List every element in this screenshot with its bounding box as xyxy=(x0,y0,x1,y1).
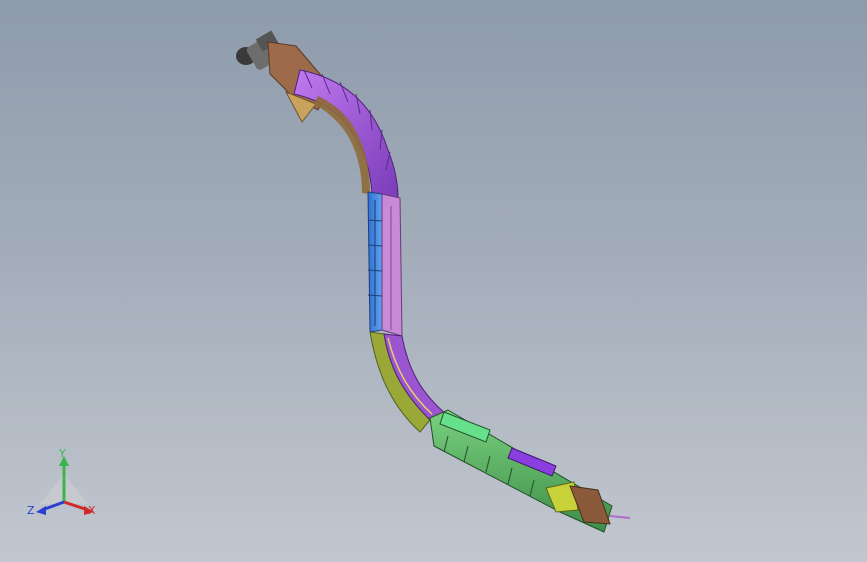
z-axis-label: Z xyxy=(27,504,35,517)
horizontal-run[interactable] xyxy=(429,409,631,533)
y-axis-label: Y xyxy=(59,447,66,460)
vertical-section[interactable] xyxy=(367,191,403,337)
graphics-viewport[interactable]: Y X Z xyxy=(0,0,867,562)
coordinate-triad: Y X Z xyxy=(26,448,106,520)
conveyor-model[interactable] xyxy=(0,0,867,562)
x-axis-label: X xyxy=(88,504,96,517)
top-curve-section[interactable] xyxy=(293,69,399,199)
